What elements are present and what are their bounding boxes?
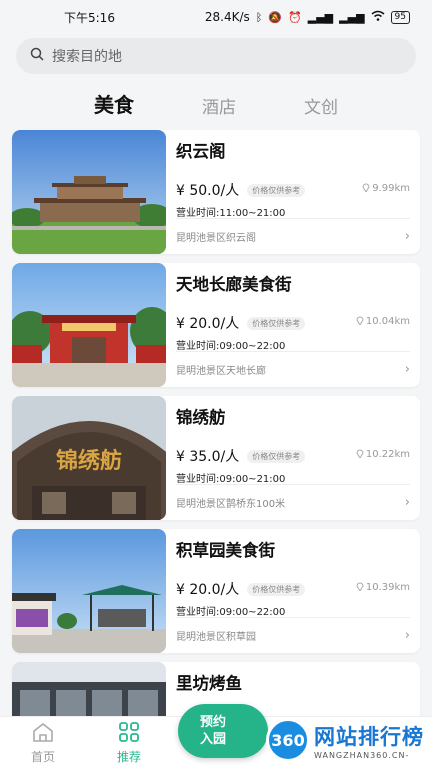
chevron-right-icon: › — [404, 229, 410, 244]
wifi-icon — [371, 10, 385, 24]
sign-text: 锦绣舫 — [56, 448, 122, 474]
network-speed: 28.4K/s — [204, 10, 250, 24]
bluetooth-icon: ᛒ — [255, 10, 263, 24]
search-placeholder: 搜索目的地 — [52, 49, 122, 65]
chevron-right-icon: › — [404, 495, 410, 510]
opening-hours: 营业时间:09:00~21:00 — [176, 474, 286, 485]
restaurant-photo — [12, 263, 166, 387]
distance: 10.22km — [356, 448, 410, 461]
nav-recommend-label: 推荐 — [116, 749, 141, 764]
restaurant-list: 织云阁 ¥ 50.0/人 价格仅供参考 营业时间:11:00~21:00 9.9… — [0, 126, 432, 768]
location-text: 昆明池景区鹊桥东100米 — [176, 499, 286, 510]
location-row[interactable]: 昆明池景区鹊桥东100米 › — [176, 484, 410, 510]
watermark-url: WANGZHAN360.CN- — [314, 750, 410, 760]
price: ¥ 50.0/人 — [176, 183, 240, 199]
distance-value: 10.22km — [365, 449, 410, 460]
location-text: 昆明池景区积草园 — [176, 632, 256, 643]
location-pin-icon — [356, 448, 364, 461]
watermark: 360 网站排行榜 WANGZHAN360.CN- — [266, 718, 424, 762]
search-bar[interactable]: 搜索目的地 — [16, 38, 416, 74]
fab-label-line2: 入园 — [200, 732, 227, 747]
list-item[interactable]: 织云阁 ¥ 50.0/人 价格仅供参考 营业时间:11:00~21:00 9.9… — [12, 130, 420, 254]
opening-hours: 营业时间:09:00~22:00 — [176, 341, 286, 352]
fab-label-line1: 预约 — [200, 715, 227, 730]
watermark-title: 网站排行榜 — [314, 724, 424, 749]
category-tabs: 美食 酒店 文创 — [0, 74, 432, 126]
distance-value: 9.99km — [372, 183, 410, 194]
nav-home[interactable]: 首页 — [0, 721, 86, 765]
distance: 10.04km — [356, 315, 410, 328]
distance: 10.39km — [356, 581, 410, 594]
location-row[interactable]: 昆明池景区天地长廊 › — [176, 351, 410, 377]
price-note: 价格仅供参考 — [247, 449, 306, 463]
price-note: 价格仅供参考 — [247, 582, 306, 596]
battery-icon: 95 — [390, 10, 410, 24]
watermark-logo: 360 — [266, 718, 310, 762]
tab-hotel[interactable]: 酒店 — [202, 93, 236, 126]
mute-icon: 🔕 — [268, 10, 283, 24]
opening-hours: 营业时间:09:00~22:00 — [176, 607, 286, 618]
price-note: 价格仅供参考 — [247, 183, 306, 197]
location-pin-icon — [362, 182, 370, 195]
distance: 9.99km — [362, 182, 410, 195]
status-bar: 下午5:16 28.4K/s ᛒ 🔕 ⏰ ▂▄▆ ▂▄▆ 95 — [0, 0, 432, 34]
alarm-icon: ⏰ — [288, 10, 302, 24]
price: ¥ 20.0/人 — [176, 582, 240, 598]
restaurant-photo — [12, 130, 166, 254]
price: ¥ 20.0/人 — [176, 316, 240, 332]
nav-home-label: 首页 — [30, 749, 55, 764]
list-item[interactable]: 天地长廊美食街 ¥ 20.0/人 价格仅供参考 营业时间:09:00~22:00… — [12, 263, 420, 387]
location-text: 昆明池景区织云阁 — [176, 233, 256, 244]
reserve-entry-button[interactable]: 预约 入园 — [178, 704, 268, 758]
location-pin-icon — [356, 315, 364, 328]
nav-recommend[interactable]: 推荐 — [86, 721, 172, 765]
restaurant-name: 锦绣舫 — [176, 408, 226, 427]
restaurant-name: 积草园美食街 — [176, 541, 275, 560]
status-time: 下午5:16 — [64, 10, 115, 25]
search-icon — [30, 47, 44, 65]
distance-value: 10.04km — [365, 316, 410, 327]
tab-food[interactable]: 美食 — [90, 89, 138, 126]
signal-icon: ▂▄▆ — [307, 10, 334, 24]
location-pin-icon — [356, 581, 364, 594]
restaurant-name: 天地长廊美食街 — [176, 275, 292, 294]
price: ¥ 35.0/人 — [176, 449, 240, 465]
recommend-grid-icon — [117, 721, 141, 746]
restaurant-photo — [12, 529, 166, 653]
restaurant-name: 织云阁 — [176, 142, 226, 161]
chevron-right-icon: › — [404, 362, 410, 377]
list-item[interactable]: 锦绣舫 锦绣舫 ¥ 35.0/人 价格仅供参考 营业时间:09:00~21:00… — [12, 396, 420, 520]
price-note: 价格仅供参考 — [247, 316, 306, 330]
location-row[interactable]: 昆明池景区积草园 › — [176, 617, 410, 643]
restaurant-name: 里坊烤鱼 — [176, 674, 242, 693]
chevron-right-icon: › — [404, 628, 410, 643]
opening-hours: 营业时间:11:00~21:00 — [176, 208, 286, 219]
restaurant-photo: 锦绣舫 — [12, 396, 166, 520]
list-item[interactable]: 积草园美食街 ¥ 20.0/人 价格仅供参考 营业时间:09:00~22:00 … — [12, 529, 420, 653]
location-row[interactable]: 昆明池景区织云阁 › — [176, 218, 410, 244]
location-text: 昆明池景区天地长廊 — [176, 366, 266, 377]
home-icon — [31, 721, 55, 746]
distance-value: 10.39km — [365, 582, 410, 593]
signal-icon-2: ▂▄▆ — [339, 10, 365, 24]
tab-culture[interactable]: 文创 — [304, 93, 338, 126]
